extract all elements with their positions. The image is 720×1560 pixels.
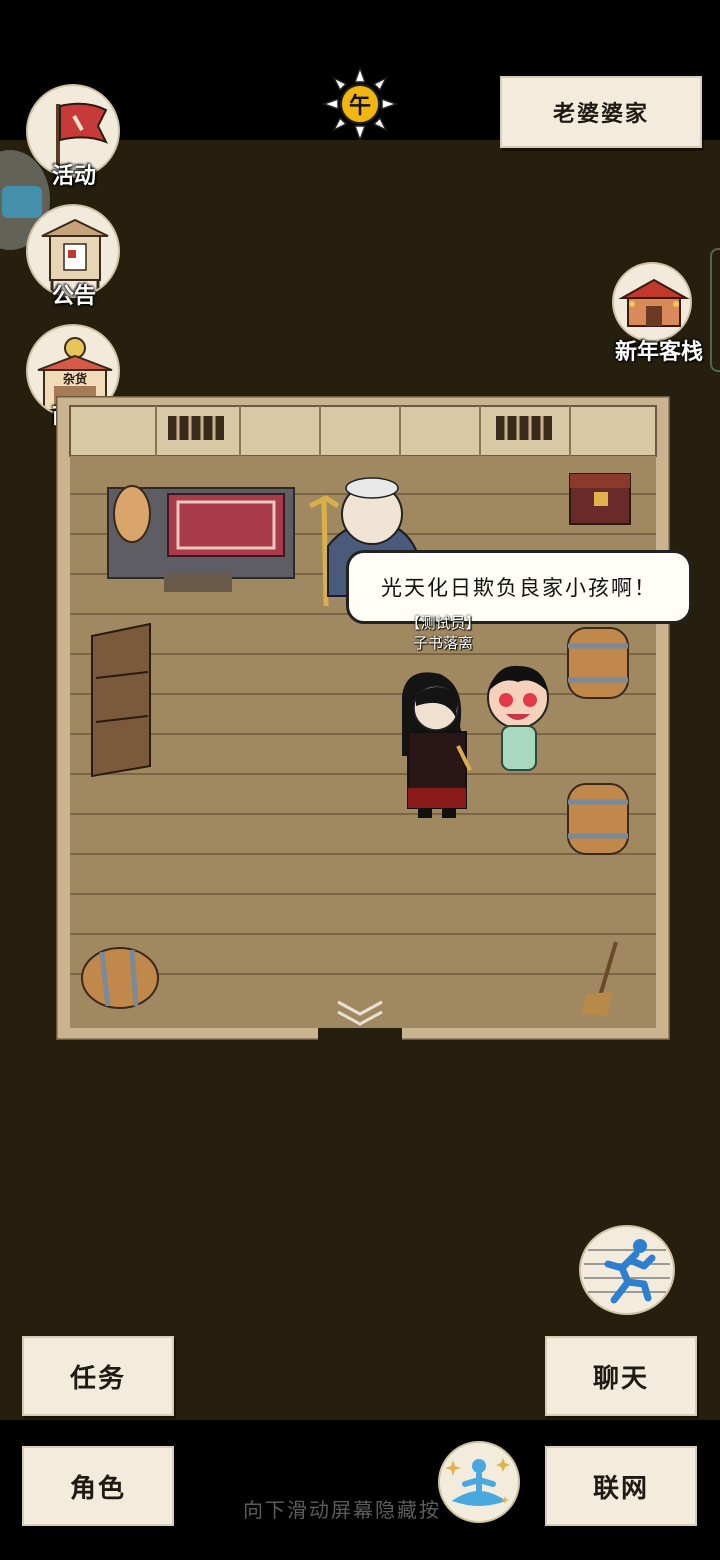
running-man-icon bbox=[579, 1225, 675, 1315]
right-edge-tab[interactable] bbox=[710, 248, 720, 372]
run-button[interactable] bbox=[578, 1224, 676, 1316]
room-scene bbox=[56, 396, 670, 1040]
time-of-day-label: 午 bbox=[348, 93, 371, 119]
role-button[interactable]: 角色 bbox=[22, 1446, 174, 1526]
bed bbox=[107, 485, 295, 592]
meditate-button[interactable] bbox=[437, 1440, 521, 1524]
notice-button[interactable]: 公告 bbox=[26, 204, 122, 314]
shop-sign-text: 杂货 bbox=[62, 372, 87, 386]
inn-building-icon bbox=[612, 262, 692, 342]
new-year-inn-button[interactable]: 新年客栈 bbox=[612, 262, 708, 372]
player-name-label: 子书落离 bbox=[412, 634, 473, 652]
chat-button[interactable]: 聊天 bbox=[545, 1336, 697, 1416]
room-doorway bbox=[318, 1028, 402, 1040]
barrel-fallen bbox=[81, 947, 159, 1009]
meditation-icon bbox=[438, 1441, 520, 1523]
swipe-hint-text: 向下滑动屏幕隐藏按 bbox=[243, 1498, 441, 1522]
window-right bbox=[496, 416, 552, 440]
network-button[interactable]: 联网 bbox=[545, 1446, 697, 1526]
barrel-1 bbox=[567, 627, 629, 699]
bookshelf bbox=[91, 622, 151, 778]
location-label[interactable]: 老婆婆家 bbox=[500, 76, 702, 148]
task-button[interactable]: 任务 bbox=[22, 1336, 174, 1416]
player-title-label: 【测试员】 bbox=[405, 614, 481, 632]
treasure-chest bbox=[569, 473, 631, 525]
notice-label: 公告 bbox=[51, 283, 96, 309]
window-left bbox=[168, 416, 224, 440]
time-of-day-sun-icon: 午 bbox=[321, 65, 399, 143]
barrel-2 bbox=[567, 783, 629, 855]
room-back-wall bbox=[69, 405, 657, 457]
new-year-inn-label: 新年客栈 bbox=[614, 339, 703, 365]
